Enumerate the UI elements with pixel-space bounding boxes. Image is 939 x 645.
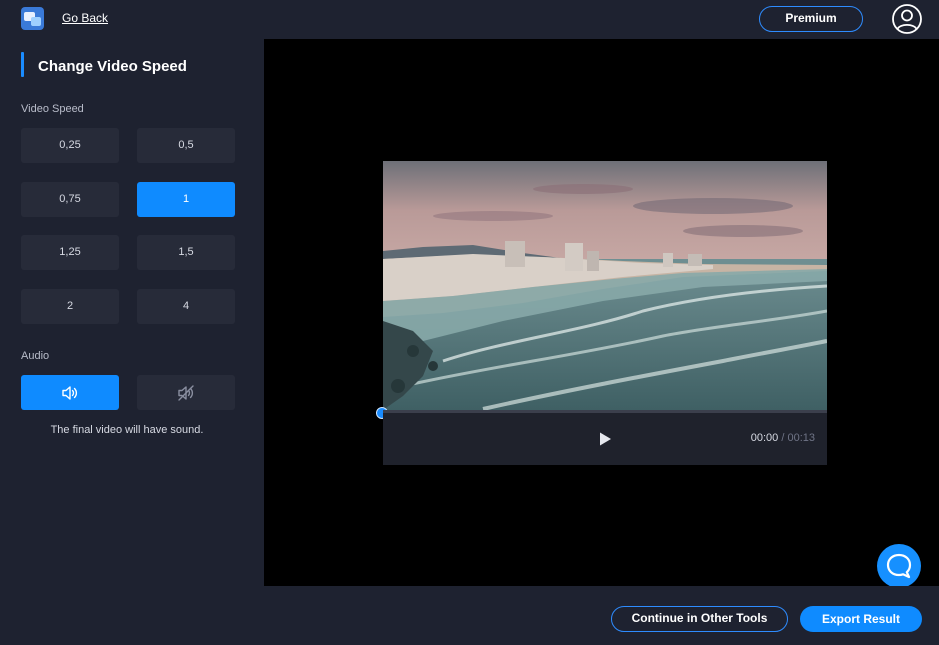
audio-on-button[interactable]	[21, 375, 119, 410]
speed-option-1-25[interactable]: 1,25	[21, 235, 119, 270]
audio-label: Audio	[21, 350, 50, 362]
time-separator: /	[781, 432, 785, 444]
speed-option-0-75[interactable]: 0,75	[21, 182, 119, 217]
section-title: Change Video Speed	[38, 58, 187, 75]
speed-option-0-5[interactable]: 0,5	[137, 128, 235, 163]
play-icon[interactable]	[597, 431, 613, 447]
progress-track[interactable]	[383, 410, 827, 413]
video-thumbnail-image	[383, 161, 827, 410]
go-back-link[interactable]: Go Back	[62, 11, 108, 25]
top-bar: Go Back Premium	[0, 0, 939, 39]
speed-option-2[interactable]: 2	[21, 289, 119, 324]
audio-mute-button[interactable]	[137, 375, 235, 410]
chat-bubble-icon	[886, 553, 912, 579]
user-circle-icon[interactable]	[891, 3, 923, 35]
current-time: 00:00	[750, 432, 779, 444]
premium-button[interactable]: Premium	[759, 6, 863, 32]
audio-note: The final video will have sound.	[50, 424, 204, 436]
app-logo-icon	[21, 7, 44, 30]
speed-option-0-25[interactable]: 0,25	[21, 128, 119, 163]
video-speed-label: Video Speed	[21, 103, 84, 115]
speed-option-1-5[interactable]: 1,5	[137, 235, 235, 270]
settings-sidebar: Change Video Speed Video Speed 0,25 0,5 …	[0, 39, 264, 645]
time-display: 00:00 / 00:13	[751, 432, 815, 444]
section-accent-bar	[21, 52, 24, 77]
speed-option-1[interactable]: 1	[137, 182, 235, 217]
player-controls: 00:00 / 00:13	[383, 410, 827, 465]
bottom-action-bar: Continue in Other Tools Export Result	[264, 586, 939, 645]
speaker-muted-icon	[178, 384, 194, 401]
total-time: 00:13	[787, 432, 815, 444]
speed-option-4[interactable]: 4	[137, 289, 235, 324]
export-result-button[interactable]: Export Result	[800, 606, 922, 632]
speaker-on-icon	[62, 385, 78, 400]
video-preview[interactable]	[383, 161, 827, 410]
continue-in-other-tools-button[interactable]: Continue in Other Tools	[611, 606, 788, 632]
help-chat-button[interactable]	[877, 544, 921, 588]
